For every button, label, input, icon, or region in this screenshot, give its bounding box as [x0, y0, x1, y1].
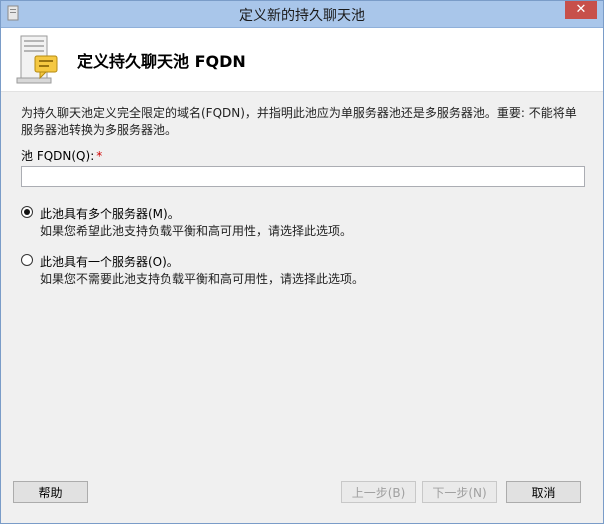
fqdn-label-text: 池 FQDN(Q):	[21, 149, 95, 163]
radio-multi-server-description: 如果您希望此池支持负载平衡和高可用性，请选择此选项。	[40, 224, 353, 238]
radio-single-server-label[interactable]: 此池具有一个服务器(O)。	[40, 253, 179, 270]
description-block: 为持久聊天池定义完全限定的域名(FQDN)，并指明此池应为单服务器池还是多服务器…	[21, 105, 586, 139]
help-button[interactable]: 帮助	[13, 481, 88, 503]
radio-single-server-description: 如果您不需要此池支持负载平衡和高可用性，请选择此选项。	[40, 272, 365, 286]
radio-multi-server[interactable]	[21, 206, 33, 218]
back-button[interactable]: 上一步(B)	[341, 481, 416, 503]
radio-multi-server-label[interactable]: 此池具有多个服务器(M)。	[40, 205, 180, 222]
title-bar[interactable]: 定义新的持久聊天池 ✕	[1, 1, 603, 28]
close-button[interactable]: ✕	[565, 1, 597, 19]
server-chat-icon	[16, 35, 58, 84]
page-title: 定义持久聊天池 FQDN	[77, 52, 246, 71]
wizard-window: 定义新的持久聊天池 ✕ 定义持久聊天池 FQDN 为持久聊天池定义完全限定的域名…	[0, 0, 604, 524]
required-marker: *	[96, 149, 103, 163]
close-icon: ✕	[575, 2, 587, 17]
next-button[interactable]: 下一步(N)	[422, 481, 497, 503]
cancel-button[interactable]: 取消	[506, 481, 581, 503]
window-title: 定义新的持久聊天池	[239, 8, 365, 24]
radio-single-server[interactable]	[21, 254, 33, 266]
fqdn-label: 池 FQDN(Q): *	[21, 147, 102, 164]
fqdn-input[interactable]	[21, 166, 585, 187]
description-text: 为持久聊天池定义完全限定的域名(FQDN)，并指明此池应为单服务器池还是多服务器…	[21, 106, 577, 137]
wizard-header: 定义持久聊天池 FQDN	[1, 28, 603, 92]
